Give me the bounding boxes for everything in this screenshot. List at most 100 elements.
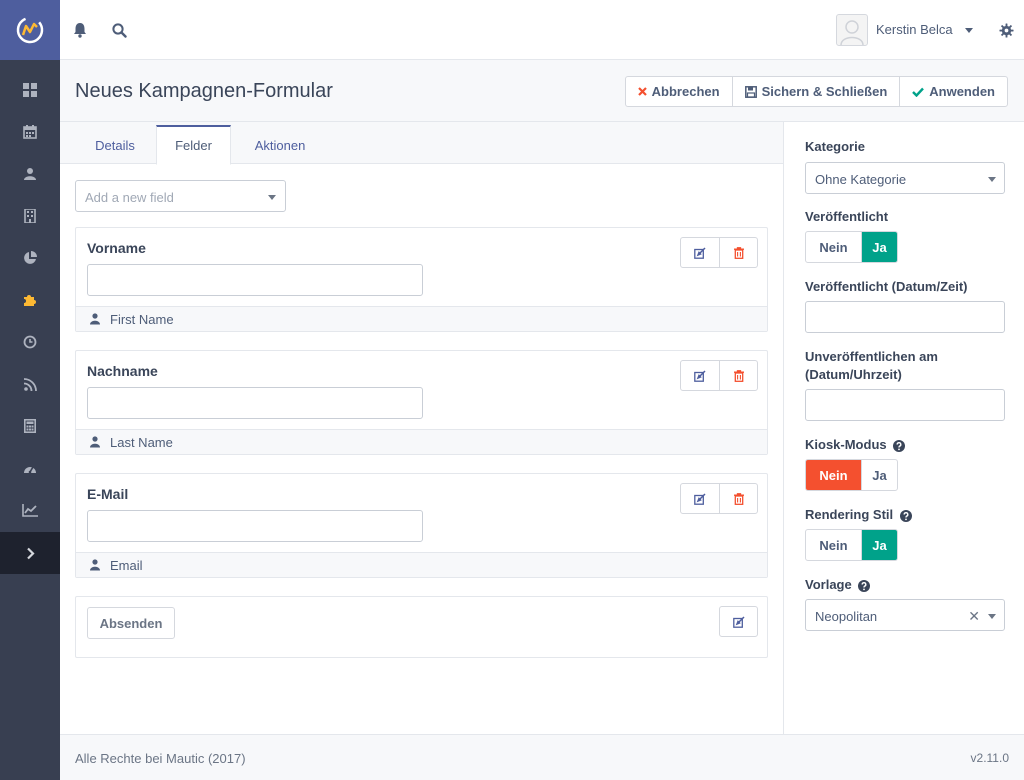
- category-value: Ohne Kategorie: [815, 172, 907, 187]
- category-select[interactable]: Ohne Kategorie: [805, 162, 1005, 194]
- field-mapping: First Name: [76, 306, 767, 331]
- rendering-no[interactable]: Nein: [806, 530, 861, 560]
- edit-field-button[interactable]: [681, 238, 719, 267]
- chevron-down-icon: [268, 195, 276, 200]
- field-mapping: Email: [76, 552, 767, 577]
- user-menu-caret-icon[interactable]: [965, 28, 973, 33]
- field-preview-input[interactable]: [87, 387, 423, 419]
- nav-reports[interactable]: [0, 489, 60, 531]
- dashboard-icon: [23, 83, 37, 97]
- cancel-button-label: Abbrechen: [651, 84, 720, 99]
- apply-button-label: Anwenden: [929, 84, 995, 99]
- tab-actions[interactable]: Aktionen: [238, 125, 322, 165]
- settings-button[interactable]: [994, 18, 1018, 42]
- nav-calendar[interactable]: [0, 111, 60, 153]
- line-chart-icon: [22, 503, 38, 517]
- save-close-button[interactable]: Sichern & Schließen: [733, 77, 901, 106]
- unpublish-label: Unveröffentlichen am (Datum/Uhrzeit): [805, 348, 938, 384]
- trash-icon: [733, 492, 744, 505]
- footer: Alle Rechte bei Mautic (2017) v2.11.0: [60, 734, 1024, 780]
- page-header: Neues Kampagnen-Formular Abbrechen Siche…: [60, 60, 1024, 122]
- user-avatar-icon: [840, 20, 864, 45]
- field-preview-input[interactable]: [87, 264, 423, 296]
- edit-submit-button[interactable]: [720, 607, 757, 636]
- notifications-button[interactable]: [68, 18, 92, 42]
- category-label: Kategorie: [805, 139, 865, 154]
- kiosk-label: Kiosk-Modus: [805, 436, 906, 454]
- kiosk-yes[interactable]: Ja: [861, 460, 897, 490]
- nav-points[interactable]: [0, 405, 60, 447]
- nav-channels[interactable]: [0, 363, 60, 405]
- form-builder: Details Felder Aktionen Add a new field …: [60, 122, 783, 734]
- tab-details[interactable]: Details: [75, 125, 155, 165]
- chevron-down-icon: [988, 614, 996, 619]
- delete-field-button[interactable]: [719, 484, 757, 513]
- published-toggle: Nein Ja: [805, 231, 898, 263]
- cancel-button[interactable]: Abbrechen: [626, 77, 733, 106]
- field-preview-input[interactable]: [87, 510, 423, 542]
- calculator-icon: [24, 419, 36, 433]
- edit-field-button[interactable]: [681, 484, 719, 513]
- published-datetime-input[interactable]: [805, 301, 1005, 333]
- form-field-card: Vorname First Name: [75, 227, 768, 332]
- published-no[interactable]: Nein: [806, 232, 861, 262]
- trash-icon: [733, 369, 744, 382]
- apply-button[interactable]: Anwenden: [900, 77, 1007, 106]
- tab-fields[interactable]: Felder: [156, 125, 231, 165]
- unpublish-datetime-input[interactable]: [805, 389, 1005, 421]
- nav-segments[interactable]: [0, 237, 60, 279]
- kiosk-toggle: Nein Ja: [805, 459, 898, 491]
- nav-components[interactable]: [0, 279, 60, 321]
- add-field-select[interactable]: Add a new field: [75, 180, 286, 212]
- delete-field-button[interactable]: [719, 361, 757, 390]
- clear-selection-icon[interactable]: ✕: [968, 608, 980, 625]
- template-select[interactable]: Neopolitan ✕: [805, 599, 1005, 631]
- calendar-icon: [23, 125, 37, 139]
- submit-field-card: Absenden: [75, 596, 768, 658]
- field-mapped-to: Last Name: [110, 435, 173, 450]
- delete-field-button[interactable]: [719, 238, 757, 267]
- field-mapping: Last Name: [76, 429, 767, 454]
- gear-icon: [998, 22, 1014, 38]
- unpublish-label-line2: (Datum/Uhrzeit): [805, 367, 902, 382]
- field-mapped-to: First Name: [110, 312, 174, 327]
- published-datetime-label: Veröffentlicht (Datum/Zeit): [805, 279, 968, 294]
- nav-companies[interactable]: [0, 195, 60, 237]
- rendering-yes[interactable]: Ja: [861, 530, 897, 560]
- edit-icon: [694, 492, 706, 505]
- nav-expand[interactable]: [0, 532, 60, 574]
- help-icon[interactable]: [893, 439, 906, 452]
- nav-contacts[interactable]: [0, 153, 60, 195]
- edit-field-button[interactable]: [681, 361, 719, 390]
- nav-campaigns[interactable]: [0, 321, 60, 363]
- avatar[interactable]: [836, 14, 868, 46]
- top-bar: Kerstin Belca: [60, 0, 1024, 60]
- help-icon[interactable]: [858, 579, 871, 592]
- user-icon: [90, 436, 100, 448]
- pie-chart-icon: [24, 251, 37, 264]
- chevron-right-icon: [26, 547, 35, 559]
- published-yes[interactable]: Ja: [861, 232, 897, 262]
- published-label: Veröffentlicht: [805, 209, 889, 224]
- nav-stages[interactable]: [0, 447, 60, 489]
- page-title: Neues Kampagnen-Formular: [75, 80, 333, 102]
- main-nav: [0, 0, 60, 780]
- tab-bar: Details Felder Aktionen: [60, 122, 783, 165]
- kiosk-no[interactable]: Nein: [806, 460, 861, 490]
- copyright-text: Alle Rechte bei Mautic (2017): [75, 751, 246, 766]
- save-close-button-label: Sichern & Schließen: [761, 84, 888, 99]
- form-field-card: E-Mail Email: [75, 473, 768, 578]
- help-icon[interactable]: [899, 509, 912, 522]
- edit-icon: [732, 615, 745, 628]
- user-name[interactable]: Kerstin Belca: [876, 22, 953, 37]
- mautic-logo[interactable]: [0, 0, 60, 60]
- save-icon: [744, 85, 757, 98]
- building-icon: [24, 209, 36, 223]
- mautic-logo-icon: [16, 16, 44, 44]
- nav-dashboard[interactable]: [0, 69, 60, 111]
- search-button[interactable]: [107, 18, 131, 42]
- rendering-label-text: Rendering Stil: [805, 507, 894, 522]
- chevron-down-icon: [988, 177, 996, 182]
- submit-preview-button[interactable]: Absenden: [87, 607, 175, 639]
- field-label: E-Mail: [87, 486, 129, 502]
